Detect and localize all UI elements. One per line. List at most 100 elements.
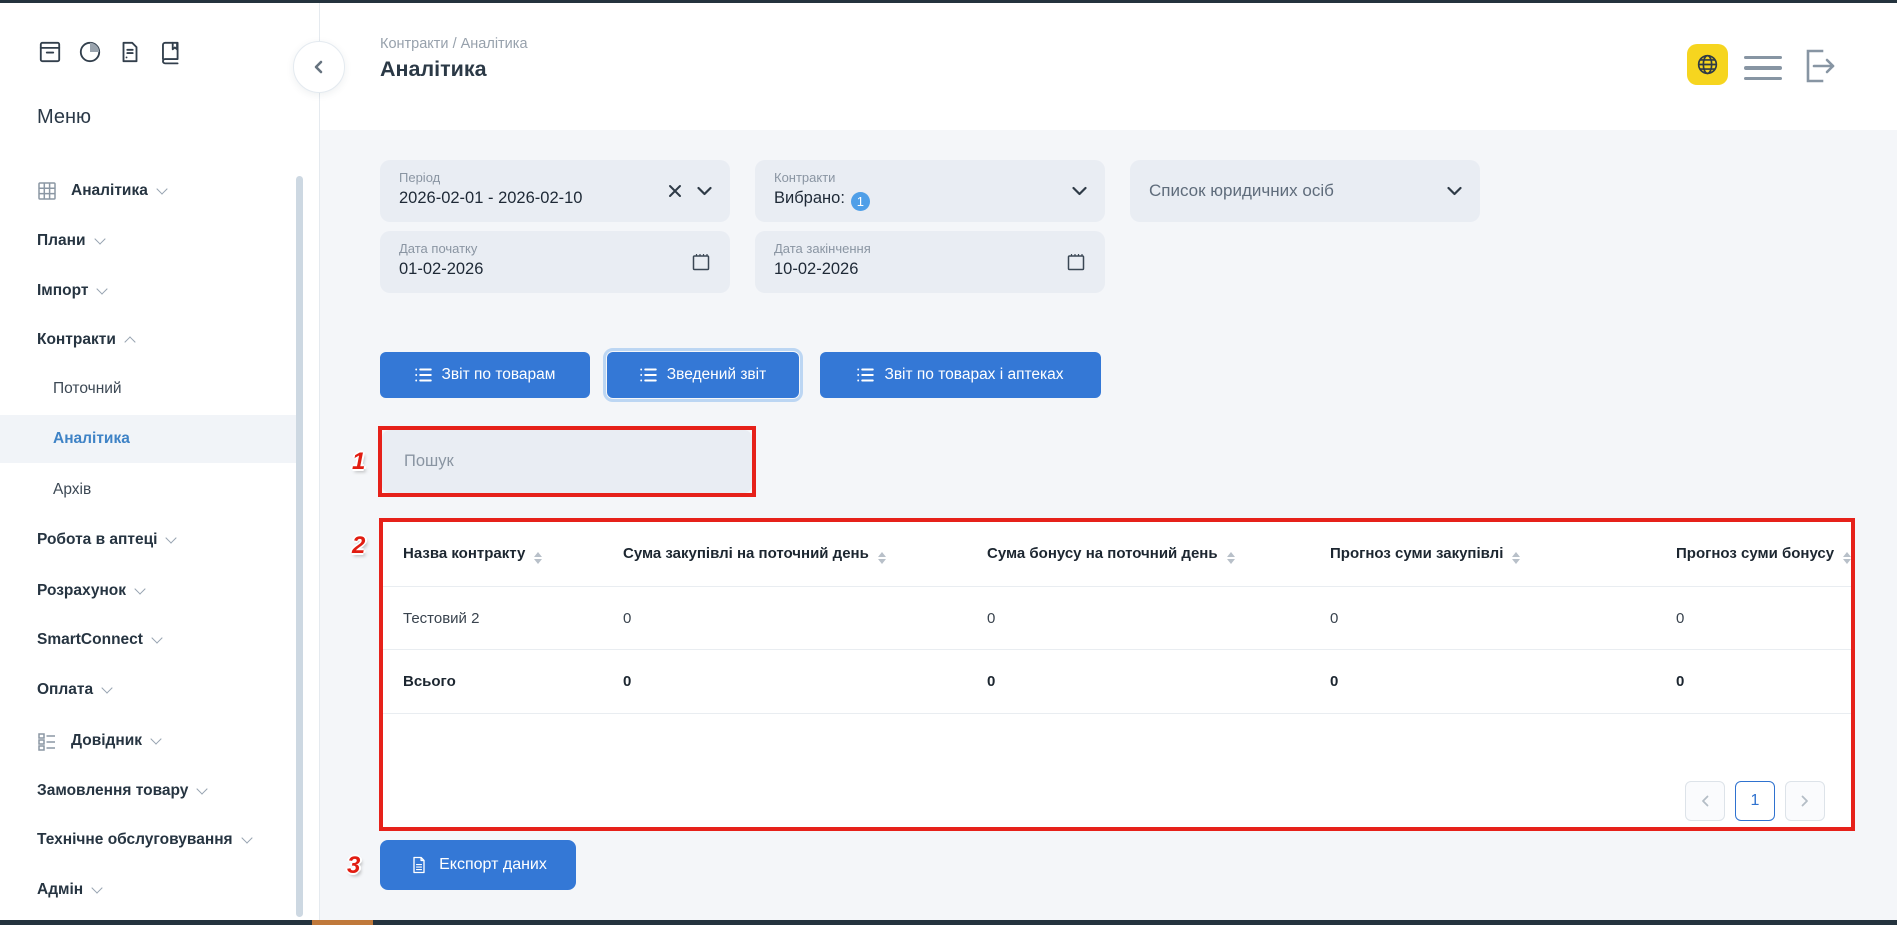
annotation-number-2: 2 [352, 532, 365, 560]
logout-button[interactable] [1799, 45, 1839, 87]
column-header-bonus-sum[interactable]: Сума бонусу на поточний день [987, 522, 1330, 587]
chevron-down-icon[interactable] [1447, 186, 1462, 196]
sidebar-item-label: Імпорт [37, 282, 88, 300]
sidebar-item-payment[interactable]: Оплата [37, 678, 111, 702]
sidebar-item-label: Адмін [37, 881, 83, 899]
chevron-down-icon[interactable] [697, 186, 712, 196]
cell-value: 0 [623, 587, 987, 650]
column-header-bonus-forecast[interactable]: Прогноз суми бонусу [1676, 522, 1851, 587]
app-root: Меню Аналітика Плани Імпорт Контракти По… [0, 0, 1897, 925]
list-bullets-icon [640, 368, 657, 382]
calendar-icon[interactable] [1065, 251, 1087, 273]
search-input[interactable] [382, 430, 752, 493]
cell-value: 0 [987, 587, 1330, 650]
table-header-row: Назва контракту Сума закупівлі на поточн… [383, 522, 1851, 587]
sidebar-item-label: Аналітика [71, 182, 148, 200]
annotation-number-3: 3 [347, 852, 360, 880]
sidebar-item-analytics[interactable]: Аналітика [37, 179, 166, 203]
sidebar-scrollbar[interactable] [296, 176, 303, 917]
button-label: Звіт по товарам [442, 366, 556, 384]
selected-count-badge: 1 [851, 192, 870, 211]
chevron-down-icon [94, 233, 105, 244]
globe-icon [1695, 52, 1720, 77]
main-area: Контракти / Аналітика Аналітика Період 2… [320, 3, 1897, 920]
contracts-filter[interactable]: Контракти Вибрано:1 [755, 160, 1105, 222]
xlsx-file-icon [409, 855, 429, 875]
sidebar-item-directory[interactable]: Довідник [37, 729, 160, 753]
sidebar-subitem-label: Поточний [53, 380, 122, 398]
chevron-left-icon [311, 59, 327, 75]
legal-entities-filter[interactable]: Список юридичних осіб [1130, 160, 1480, 222]
sidebar-item-product-order[interactable]: Замовлення товару [37, 779, 206, 803]
column-header-purchase-sum[interactable]: Сума закупівлі на поточний день [623, 522, 987, 587]
date-start-value: 01-02-2026 [399, 260, 483, 279]
date-start-field[interactable]: Дата початку 01-02-2026 [380, 231, 730, 293]
sidebar-collapse-button[interactable] [293, 41, 345, 93]
sidebar-menu-title: Меню [37, 106, 91, 129]
search-annotation-box [378, 426, 756, 497]
table-annotation-box: Назва контракту Сума закупівлі на поточн… [379, 518, 1855, 831]
chevron-down-icon[interactable] [1072, 186, 1087, 196]
table-total-row: Всього 0 0 0 0 [383, 650, 1851, 714]
document-icon[interactable] [117, 39, 143, 65]
chevron-down-icon [241, 832, 252, 843]
period-filter[interactable]: Період 2026-02-01 - 2026-02-10 [380, 160, 730, 222]
sort-icon[interactable] [534, 552, 542, 564]
column-header-purchase-forecast[interactable]: Прогноз суми закупівлі [1330, 522, 1676, 587]
report-products-pharmacies-button[interactable]: Звіт по товарах і аптеках [820, 352, 1101, 398]
table-row[interactable]: Тестовий 2 0 0 0 0 [383, 587, 1851, 650]
pagination: 1 [1685, 781, 1825, 821]
sidebar-item-label: Технічне обслуговування [37, 831, 233, 849]
report-products-button[interactable]: Звіт по товарам [380, 352, 590, 398]
period-value: 2026-02-01 - 2026-02-10 [399, 189, 582, 208]
clear-icon[interactable] [667, 183, 683, 199]
sidebar-item-calculation[interactable]: Розрахунок [37, 579, 144, 603]
chevron-down-icon [150, 733, 161, 744]
pagination-prev-button[interactable] [1685, 781, 1725, 821]
sidebar-item-label: SmartConnect [37, 631, 143, 649]
export-data-button[interactable]: Експорт даних [380, 840, 576, 890]
sidebar-subitem-current[interactable]: Поточний [0, 365, 297, 413]
date-end-label: Дата закінчення [774, 241, 871, 256]
sidebar-item-smartconnect[interactable]: SmartConnect [37, 628, 161, 652]
pie-chart-icon[interactable] [77, 39, 103, 65]
sidebar-item-label: Робота в аптеці [37, 531, 157, 549]
column-header-contract-name[interactable]: Назва контракту [383, 522, 623, 587]
button-label: Звіт по товарах і аптеках [884, 366, 1063, 384]
sort-icon[interactable] [1227, 552, 1235, 564]
logout-icon [1800, 46, 1838, 86]
sidebar-subitem-archive[interactable]: Архів [0, 466, 297, 514]
pagination-page-1[interactable]: 1 [1735, 781, 1775, 821]
sidebar-item-label: Довідник [71, 732, 142, 750]
book-icon[interactable] [157, 39, 183, 65]
language-globe-button[interactable] [1687, 44, 1728, 85]
hamburger-line [1744, 56, 1782, 59]
chevron-up-icon [124, 336, 135, 347]
pagination-next-button[interactable] [1785, 781, 1825, 821]
contracts-label: Контракти [774, 170, 835, 185]
cell-value: 0 [1330, 587, 1676, 650]
sidebar: Меню Аналітика Плани Імпорт Контракти По… [0, 3, 319, 920]
sidebar-item-maintenance[interactable]: Технічне обслуговування [37, 828, 251, 852]
date-end-field[interactable]: Дата закінчення 10-02-2026 [755, 231, 1105, 293]
breadcrumb[interactable]: Контракти / Аналітика [380, 36, 528, 52]
hamburger-line [1744, 66, 1782, 69]
sidebar-item-admin[interactable]: Адмін [37, 878, 101, 902]
report-summary-button[interactable]: Зведений звіт [607, 352, 799, 398]
sidebar-item-pharmacy-work[interactable]: Робота в аптеці [37, 528, 175, 552]
chevron-down-icon [166, 532, 177, 543]
legal-entities-placeholder: Список юридичних осіб [1149, 160, 1334, 222]
cell-total-value: 0 [623, 650, 987, 714]
archive-box-icon[interactable] [37, 39, 63, 65]
sort-icon[interactable] [878, 552, 886, 564]
sidebar-item-contracts[interactable]: Контракти [37, 328, 134, 352]
sort-icon[interactable] [1512, 552, 1520, 564]
sidebar-item-plans[interactable]: Плани [37, 229, 104, 253]
sort-icon[interactable] [1843, 552, 1851, 564]
calendar-icon[interactable] [690, 251, 712, 273]
menu-hamburger-button[interactable] [1744, 56, 1782, 80]
sidebar-item-import[interactable]: Імпорт [37, 279, 106, 303]
sidebar-subitem-analytics[interactable]: Аналітика [0, 415, 297, 463]
chevron-left-icon [1699, 794, 1711, 808]
button-label: Зведений звіт [667, 366, 766, 384]
